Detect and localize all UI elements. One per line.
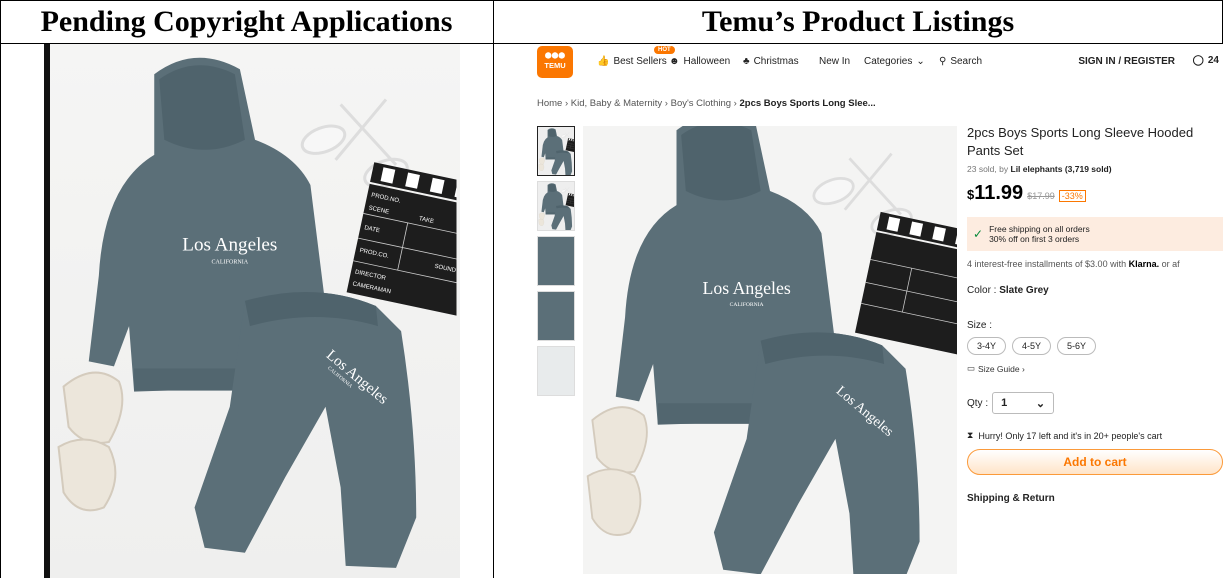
thumbs-up-icon: 👍 xyxy=(597,56,610,67)
logo-text: TEMU xyxy=(544,61,566,70)
nav-christmas-label: Christmas xyxy=(753,56,799,67)
hoodie-print-sub: CALIFORNIA xyxy=(212,260,249,266)
nav-best-sellers[interactable]: 👍 Best Sellers xyxy=(597,56,667,67)
size-label: Size : xyxy=(967,320,993,331)
temu-product-page: ⬤⬤⬤ TEMU 👍 Best Sellers HOT ☻ Halloween … xyxy=(529,44,1223,578)
shipping-text: Free shipping on all orders 30% off on f… xyxy=(989,224,1090,244)
thumbnail-image[interactable] xyxy=(537,236,575,286)
check-icon: ✓ xyxy=(973,227,984,241)
installments-tail: or af xyxy=(1161,259,1180,269)
shipping-return-heading[interactable]: Shipping & Return xyxy=(967,493,1223,504)
sold-by-line: 23 sold, by Lil elephants (3,719 sold) xyxy=(967,164,1223,174)
breadcrumb-kid[interactable]: Kid, Baby & Maternity xyxy=(571,98,662,109)
chevron-down-icon: ⌄ xyxy=(916,56,925,67)
nav-best-sellers-label: Best Sellers xyxy=(613,56,667,67)
color-value: Slate Grey xyxy=(999,285,1049,296)
size-guide-link[interactable]: ▭ Size Guide › xyxy=(967,363,1223,374)
signin-register-link[interactable]: SIGN IN / REGISTER xyxy=(1078,56,1175,67)
nav-new-in[interactable]: New In xyxy=(819,56,850,67)
installments-text: 4 interest-free installments of $3.00 wi… xyxy=(967,259,1127,269)
stock-warning: ⧗ Hurry! Only 17 left and it's in 20+ pe… xyxy=(967,430,1223,441)
price-row: $11.99 $17.99 -33% xyxy=(967,182,1223,205)
chevron-down-icon: ⌄ xyxy=(1035,397,1046,410)
tree-icon: ♣ xyxy=(743,56,750,67)
color-row: Color : Slate Grey xyxy=(967,285,1223,296)
thumbnail-strip xyxy=(537,126,577,401)
product-info-panel: 2pcs Boys Sports Long Sleeve Hooded Pant… xyxy=(967,124,1223,504)
thumbnail-image[interactable] xyxy=(537,346,575,396)
support-count: 24 xyxy=(1207,55,1219,66)
breadcrumb-boys[interactable]: Boy's Clothing xyxy=(671,98,731,109)
size-options: 3-4Y 4-5Y 5-6Y xyxy=(967,337,1223,355)
ruler-icon: ▭ xyxy=(967,363,976,373)
hoodie-print-main: Los Angeles xyxy=(182,235,277,256)
hot-badge: HOT xyxy=(654,46,675,54)
color-label: Color : xyxy=(967,285,997,296)
size-option[interactable]: 5-6Y xyxy=(1057,337,1097,355)
price: $11.99 xyxy=(967,182,1023,205)
nav-categories[interactable]: Categories ⌄ xyxy=(864,56,925,67)
size-option[interactable]: 3-4Y xyxy=(967,337,1007,355)
size-guide-label: Size Guide › xyxy=(978,363,1025,374)
hoodie-print-sub: CALIFORNIA xyxy=(730,302,765,308)
nav-halloween[interactable]: ☻ Halloween xyxy=(669,56,730,67)
seller-link[interactable]: Lil elephants (3,719 sold) xyxy=(1011,164,1112,174)
shipping-banner: ✓ Free shipping on all orders 30% off on… xyxy=(967,217,1223,251)
price-value: 11.99 xyxy=(974,182,1024,204)
add-to-cart-button[interactable]: Add to cart xyxy=(967,449,1223,475)
hoodie-print-main: Los Angeles xyxy=(703,278,791,298)
product-title: 2pcs Boys Sports Long Sleeve Hooded Pant… xyxy=(967,125,1194,158)
copyright-photo: Los Angeles CALIFORNIA Los Angeles CALIF… xyxy=(50,44,460,578)
nav-new-in-label: New In xyxy=(819,56,851,67)
table-border-top xyxy=(0,0,1223,1)
breadcrumb: Home › Kid, Baby & Maternity › Boy's Clo… xyxy=(537,98,876,109)
nav-search[interactable]: ⚲ Search xyxy=(939,56,982,67)
klarna-logo: Klarna. xyxy=(1128,259,1160,269)
quantity-select[interactable]: 1 ⌄ xyxy=(992,392,1055,414)
size-option[interactable]: 4-5Y xyxy=(1012,337,1052,355)
breadcrumb-current: 2pcs Boys Sports Long Slee... xyxy=(739,98,876,109)
quantity-row: Qty : 1 ⌄ xyxy=(967,392,1223,414)
main-product-image[interactable]: Los Angeles CALIFORNIA Los Angeles xyxy=(583,126,957,574)
chat-icon: ◯ xyxy=(1192,55,1204,66)
column-header-left: Pending Copyright Applications xyxy=(40,5,453,38)
discount-badge: -33% xyxy=(1058,190,1086,202)
thumbnail-image[interactable] xyxy=(537,291,575,341)
table-border-left xyxy=(0,0,1,578)
sold-count: 23 sold, by xyxy=(967,164,1009,174)
column-header-right: Temu’s Product Listings xyxy=(701,5,1015,38)
nav-search-label: Search xyxy=(950,56,983,67)
shipping-line2: 30% off on first 3 orders xyxy=(989,234,1080,244)
breadcrumb-home[interactable]: Home xyxy=(537,98,562,109)
support-button[interactable]: ◯ 24 xyxy=(1193,55,1219,66)
original-price: $17.99 xyxy=(1027,191,1055,201)
qty-value: 1 xyxy=(1001,397,1008,409)
stock-warning-text: Hurry! Only 17 left and it's in 20+ peop… xyxy=(978,430,1163,441)
qty-label: Qty : xyxy=(967,397,989,409)
table-divider xyxy=(493,0,494,578)
nav-categories-label: Categories xyxy=(864,56,913,67)
temu-logo[interactable]: ⬤⬤⬤ TEMU xyxy=(537,46,573,78)
search-icon: ⚲ xyxy=(939,56,947,67)
nav-christmas[interactable]: ♣ Christmas xyxy=(743,56,799,67)
shipping-line1: Free shipping on all orders xyxy=(989,224,1090,234)
hourglass-icon: ⧗ xyxy=(967,430,974,440)
installments-line: 4 interest-free installments of $3.00 wi… xyxy=(967,259,1223,269)
thumbnail-image[interactable] xyxy=(537,181,575,231)
top-navigation: ⬤⬤⬤ TEMU 👍 Best Sellers HOT ☻ Halloween … xyxy=(529,44,1223,88)
thumbnail-image[interactable] xyxy=(537,126,575,176)
pumpkin-icon: ☻ xyxy=(669,56,680,67)
nav-halloween-label: Halloween xyxy=(683,56,731,67)
